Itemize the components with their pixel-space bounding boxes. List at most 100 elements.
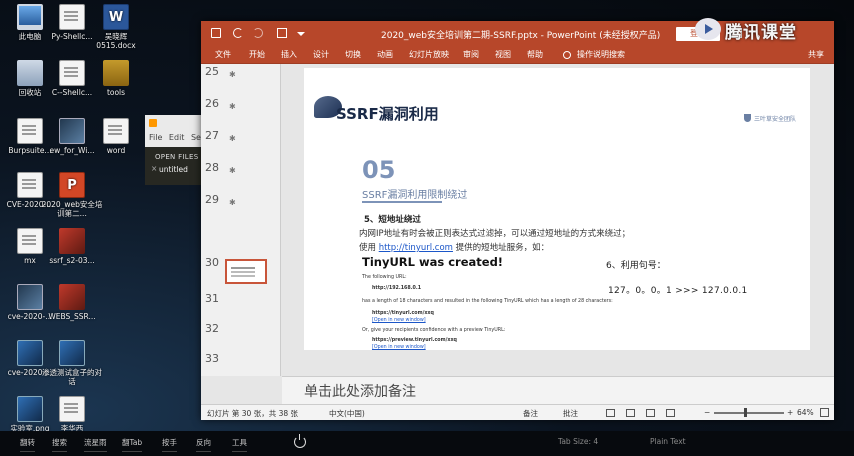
document-icon — [59, 60, 85, 86]
section-divider — [362, 201, 442, 203]
thumb-number[interactable]: 29 — [205, 193, 219, 206]
notes-pane[interactable]: 单击此处添加备注 — [282, 376, 834, 404]
editor-logo-icon — [149, 119, 157, 127]
taskbar-item[interactable]: 翻Tab — [122, 437, 143, 452]
slideshow-view-icon[interactable] — [666, 409, 675, 417]
thumb-number[interactable]: 27 — [205, 129, 219, 142]
tab-transitions[interactable]: 切换 — [345, 49, 361, 60]
tab-view[interactable]: 视图 — [495, 49, 511, 60]
tinyurl-link[interactable]: http://tinyurl.com — [379, 243, 453, 253]
thumb-number[interactable]: 26 — [205, 97, 219, 110]
tab-size-status[interactable]: Tab Size: 4 — [558, 437, 598, 446]
syntax-status[interactable]: Plain Text — [650, 437, 686, 446]
redo-icon[interactable] — [253, 28, 263, 38]
tinyurl-length: has a length of 18 characters and result… — [362, 299, 613, 304]
thumb-number[interactable]: 25 — [205, 65, 219, 78]
power-icon[interactable] — [294, 434, 306, 448]
open-files-header: OPEN FILES — [155, 153, 199, 161]
taskbar-item[interactable]: 翻转 — [20, 437, 35, 452]
taskbar-item[interactable]: 搜索 — [52, 437, 67, 452]
fit-slide-icon[interactable] — [820, 408, 829, 417]
section-name[interactable]: SSRF漏洞利用限制绕过 — [362, 186, 467, 201]
animation-star-icon: ✱ — [229, 102, 236, 111]
tinyurl-preview-text: Or, give your recipients confidence with… — [362, 328, 506, 333]
comments-button[interactable]: 批注 — [563, 408, 578, 419]
reading-view-icon[interactable] — [646, 409, 655, 417]
zoom-in-icon[interactable]: + — [787, 408, 793, 417]
save-icon[interactable] — [211, 28, 221, 38]
tab-help[interactable]: 帮助 — [527, 49, 543, 60]
tab-insert[interactable]: 插入 — [281, 49, 297, 60]
lightbulb-icon — [563, 51, 571, 59]
document-icon — [59, 4, 85, 30]
desktop-icon-word[interactable]: word — [84, 118, 148, 155]
tab-design[interactable]: 设计 — [313, 49, 329, 60]
point-heading[interactable]: 5、短地址绕过 — [364, 213, 421, 225]
desktop-icon-docx[interactable]: 吴晓辉 0515.docx — [84, 4, 148, 50]
document-icon — [103, 118, 129, 144]
zoom-level[interactable]: 64% — [797, 408, 814, 417]
thumb-number[interactable]: 31 — [205, 292, 219, 305]
slide-sorter-icon[interactable] — [626, 409, 635, 417]
tell-me-search[interactable]: 操作说明搜索 — [577, 49, 625, 60]
desktop-icon-webs-ssrf[interactable]: WEBS_SSR... — [40, 284, 104, 321]
taskbar-item[interactable]: 反向 — [196, 437, 211, 452]
slide-thumbnail-pane[interactable]: 25✱ 26✱ 27✱ 28✱ 29✱ 30 31 32 33 34 — [201, 64, 281, 376]
image-icon — [59, 340, 85, 366]
taskbar-item[interactable]: 按手 — [162, 437, 177, 452]
desktop-icon-lihuaxi[interactable]: 李华西 — [40, 396, 104, 433]
tinyurl-open-2: [Open in new window] — [372, 345, 426, 350]
thumb-number[interactable]: 33 — [205, 352, 219, 365]
desktop-icon-pentest-box[interactable]: 渗透测试盒子的对话 — [40, 340, 104, 386]
editor-menu[interactable]: File Edit Se — [149, 133, 201, 142]
thumb-number[interactable]: 32 — [205, 322, 219, 335]
zoom-slider[interactable] — [714, 412, 784, 414]
customize-qat-icon[interactable] — [297, 32, 305, 36]
period-trick-label[interactable]: 6、利用句号： — [606, 258, 666, 271]
period-trick-example[interactable]: 127。0。0。1 >>> 127.0.0.1 — [608, 283, 748, 296]
tinyurl-original: http://192.168.0.1 — [372, 286, 422, 291]
tab-review[interactable]: 审阅 — [463, 49, 479, 60]
language-status[interactable]: 中文(中国) — [329, 408, 365, 419]
body-line-2[interactable]: 使用 http://tinyurl.com 提供的短地址服务，如： — [359, 241, 549, 253]
slide-editor: SSRF漏洞利用 三叶草安全团队 05 SSRF漏洞利用限制绕过 5、短地址绕过… — [282, 64, 822, 376]
tinyurl-screenshot[interactable]: TinyURL was created! The following URL: … — [362, 255, 622, 350]
ribbon-tabs: 文件 开始 插入 设计 切换 动画 幻灯片放映 审阅 视图 帮助 操作说明搜索 … — [201, 46, 834, 64]
powerpoint-window[interactable]: 2020_web安全培训第二期-SSRF.pptx - PowerPoint (… — [201, 21, 834, 420]
archive-icon — [103, 60, 129, 86]
tinyurl-following: The following URL: — [362, 275, 407, 280]
image-icon — [59, 228, 85, 254]
word-icon — [103, 4, 129, 30]
tab-slideshow[interactable]: 幻灯片放映 — [409, 49, 449, 60]
desktop-icon-ssrf-s2[interactable]: ssrf_s2-03... — [40, 228, 104, 265]
tab-file[interactable]: 文件 — [215, 49, 231, 60]
section-number[interactable]: 05 — [362, 156, 395, 184]
ppt-body: 25✱ 26✱ 27✱ 28✱ 29✱ 30 31 32 33 34 SSRF漏… — [201, 64, 834, 404]
selected-slide-thumbnail[interactable] — [225, 259, 267, 284]
desktop-icon-tools[interactable]: tools — [84, 60, 148, 97]
body-line-1[interactable]: 内网IP地址有时会被正则表达式过滤掉，可以通过短地址的方式来绕过； — [359, 227, 630, 239]
thumb-number[interactable]: 28 — [205, 161, 219, 174]
tinyurl-preview: https://preview.tinyurl.com/xxq — [372, 338, 457, 343]
zoom-slider-thumb[interactable] — [744, 408, 747, 417]
zoom-out-icon[interactable]: − — [704, 408, 710, 417]
start-slideshow-icon[interactable] — [277, 28, 287, 38]
notes-placeholder[interactable]: 单击此处添加备注 — [304, 381, 416, 401]
tab-animations[interactable]: 动画 — [377, 49, 393, 60]
notes-button[interactable]: 备注 — [523, 408, 538, 419]
tab-home[interactable]: 开始 — [249, 49, 265, 60]
undo-icon[interactable] — [233, 28, 243, 38]
open-file-untitled[interactable]: untitled — [151, 164, 188, 174]
share-button[interactable]: 共享 — [808, 49, 824, 60]
screenshot-icon — [59, 118, 85, 144]
desktop-icon-pptx[interactable]: 2020_web安全培训第二... — [40, 172, 104, 218]
text-editor-window[interactable]: File Edit Se OPEN FILES untitled — [145, 115, 205, 185]
taskbar-item[interactable]: 流星雨 — [84, 437, 107, 452]
ppt-statusbar: 幻灯片 第 30 张，共 38 张 中文(中国) 备注 批注 − + 64% — [201, 404, 834, 420]
slide-title[interactable]: SSRF漏洞利用 — [336, 103, 439, 124]
current-slide[interactable]: SSRF漏洞利用 三叶草安全团队 05 SSRF漏洞利用限制绕过 5、短地址绕过… — [304, 68, 810, 350]
normal-view-icon[interactable] — [606, 409, 615, 417]
taskbar-item[interactable]: 工具 — [232, 437, 247, 452]
thumb-number-current[interactable]: 30 — [205, 256, 219, 269]
window-title: 2020_web安全培训第二期-SSRF.pptx - PowerPoint (… — [381, 31, 661, 41]
